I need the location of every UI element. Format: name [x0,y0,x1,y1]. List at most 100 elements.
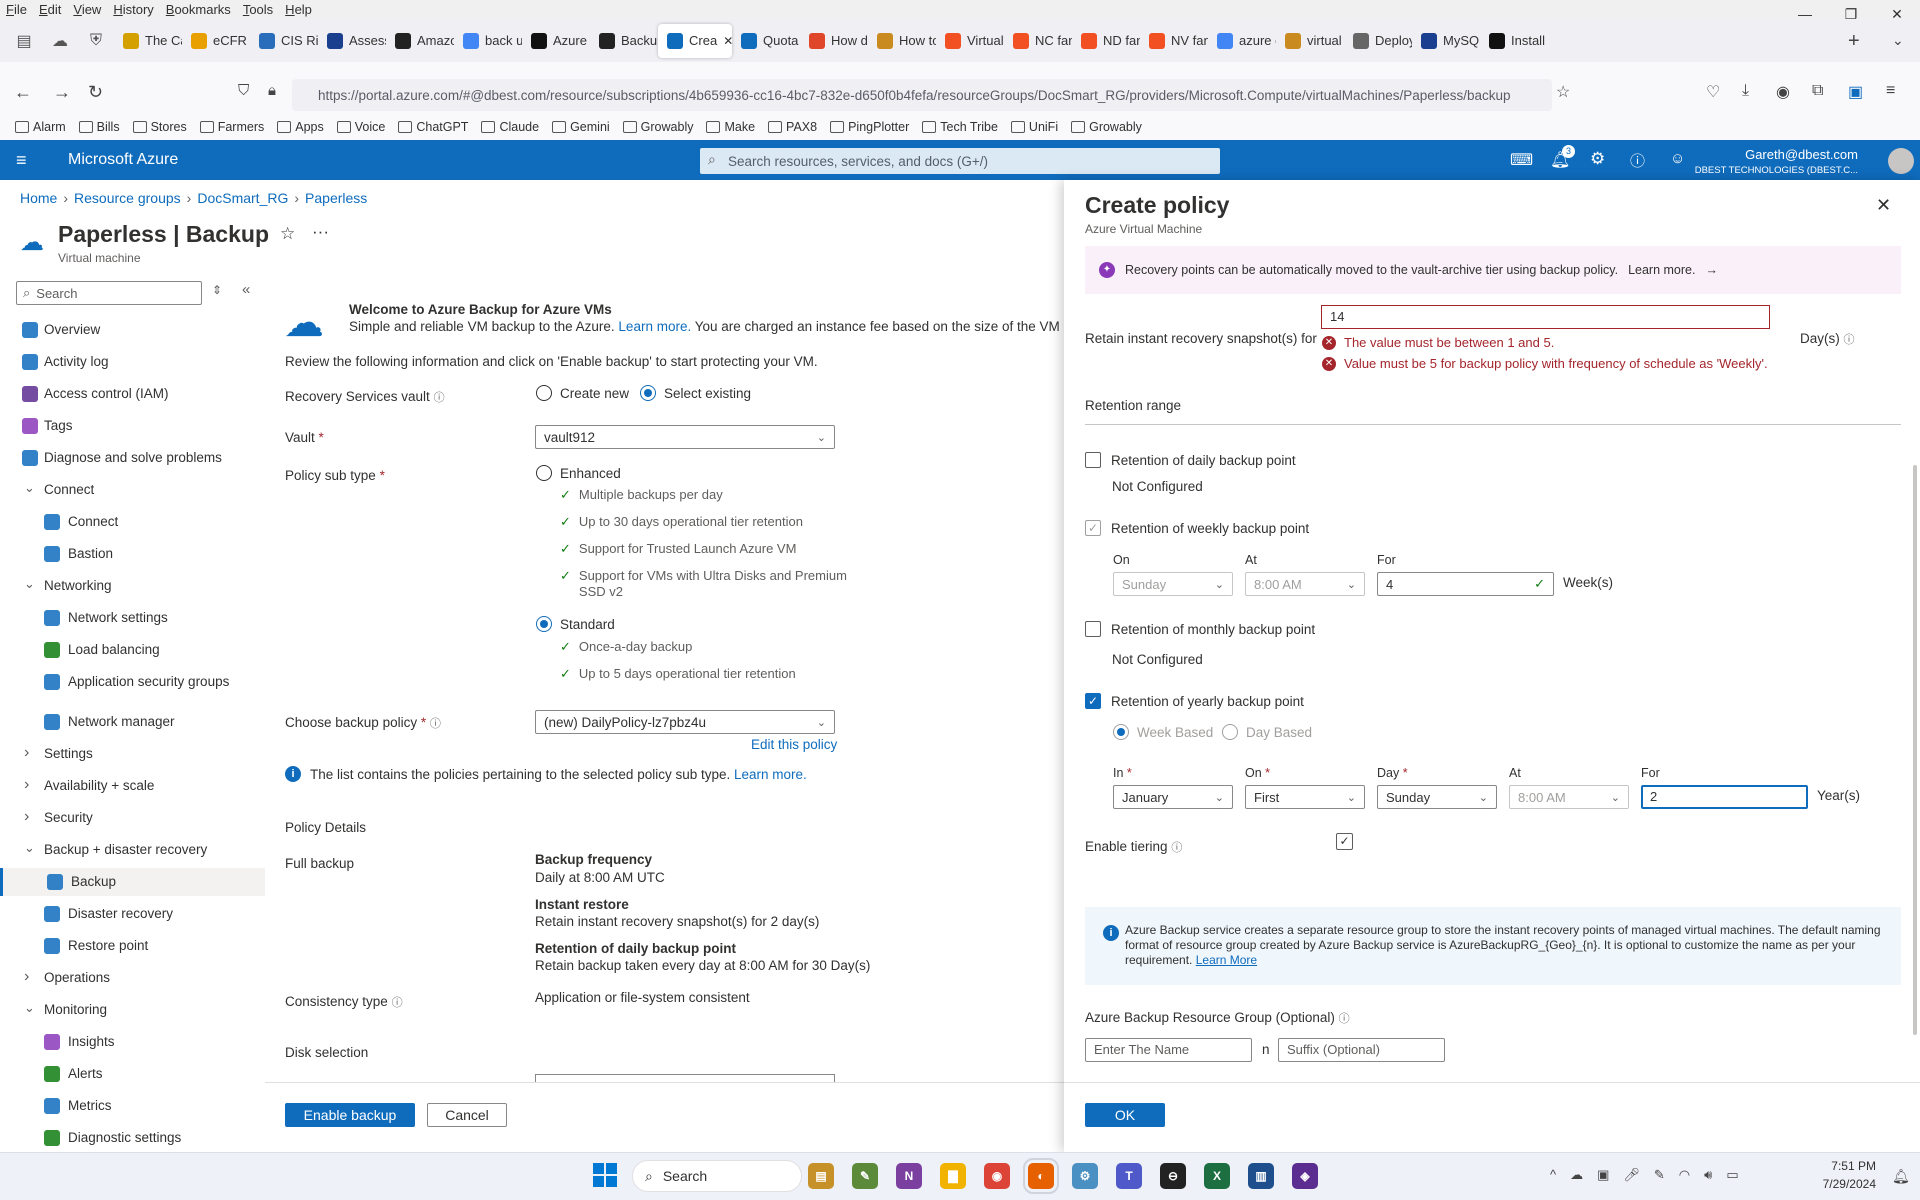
panel-scrollbar[interactable] [1913,465,1917,1035]
disk-dropdown-partial[interactable] [535,1074,835,1082]
sidebar-item-settings[interactable]: › Settings [0,740,265,768]
hamburger-icon[interactable]: ≡ [16,150,27,171]
bookmark-item[interactable]: Make [701,120,760,134]
browser-tab[interactable]: Deploy [1344,24,1412,58]
browser-tab[interactable]: Backup [590,24,658,58]
sidebar-item-diagnostic-settings[interactable]: Diagnostic settings [0,1124,265,1152]
clock-time[interactable]: 7:51 PM [1800,1159,1876,1173]
yearly-in-dropdown[interactable]: January ⌄ [1113,785,1233,809]
browser-tab[interactable]: Assess [318,24,386,58]
sidebar-item-metrics[interactable]: Metrics [0,1092,265,1120]
browser-tab[interactable]: virtual [1276,24,1344,58]
backup-policy-dropdown[interactable]: (new) DailyPolicy-lz7pbz4u ⌄ [535,710,835,734]
sidebar-item-availability-scale[interactable]: › Availability + scale [0,772,265,800]
create-new-radio[interactable]: Create new [536,385,629,401]
browser-tab[interactable]: How d [800,24,868,58]
sidebar-item-operations[interactable]: › Operations [0,964,265,992]
monthly-retention-checkbox[interactable]: Retention of monthly backup point [1085,621,1315,637]
menu-view[interactable]: View [67,2,107,17]
sidebar-item-bastion[interactable]: Bastion [0,540,265,568]
select-existing-radio[interactable]: Select existing [640,385,751,401]
info-icon[interactable]: ⓘ [1339,1013,1350,1025]
sidebar-item-restore-point[interactable]: Restore point [0,932,265,960]
browser-tab[interactable]: back u [454,24,522,58]
menu-help[interactable]: Help [279,2,318,17]
sidebar-item-overview[interactable]: Overview [0,316,265,344]
tracking-shield-icon[interactable]: ⛉ [238,82,249,99]
browser-tab[interactable]: Azure I [522,24,590,58]
policy-learn-more-link[interactable]: Learn more. [734,767,807,782]
sidebar-item-load-balancing[interactable]: Load balancing [0,636,265,664]
sidebar-item-networking[interactable]: ⌄ Networking [0,572,265,600]
browser-tab[interactable]: ND fan [1072,24,1140,58]
help-icon[interactable]: ⓘ [1630,150,1645,171]
taskbar-app-icon[interactable]: ✎ [852,1163,878,1189]
bookmark-item[interactable]: Growably [1066,120,1147,134]
lock-icon[interactable]: 🔒︎ [268,82,276,99]
avatar[interactable] [1888,148,1914,174]
new-tab-icon[interactable]: + [1848,30,1860,53]
sidebar-item-connect[interactable]: Connect [0,508,265,536]
browser-tab[interactable]: NC fan [1004,24,1072,58]
browser-tab[interactable]: MySQL [1412,24,1480,58]
rg-name-input[interactable]: Enter The Name [1085,1038,1252,1062]
bookmark-item[interactable]: Gemini [547,120,615,134]
sidebar-item-network-settings[interactable]: Network settings [0,604,265,632]
edit-policy-link[interactable]: Edit this policy [751,737,837,752]
browser-tab[interactable]: The Ca [114,24,182,58]
reload-icon[interactable]: ↻ [88,82,103,103]
browser-tab[interactable]: azure g [1208,24,1276,58]
resource-search-input[interactable]: ⌕ Search [16,281,202,305]
windows-start-icon[interactable] [593,1163,617,1187]
info-box-learn-more-link[interactable]: Learn More [1196,953,1257,967]
breadcrumb-link[interactable]: Home [20,190,57,206]
taskbar-app-icon[interactable]: N [896,1163,922,1189]
extensions-icon[interactable]: ⧉ [1812,82,1823,100]
yearly-retention-checkbox[interactable]: ✓ Retention of yearly backup point [1085,693,1304,709]
bookmark-item[interactable]: Apps [272,120,329,134]
clock-date[interactable]: 7/29/2024 [1800,1177,1876,1191]
sort-icon[interactable]: ⇕ [212,283,222,297]
sidebar-item-connect[interactable]: ⌄ Connect [0,476,265,504]
menu-bookmarks[interactable]: Bookmarks [160,2,237,17]
feedback-icon[interactable]: ☺ [1670,150,1685,167]
browser-tab[interactable]: Amazo [386,24,454,58]
cloud-shell-icon[interactable]: ⌨ [1510,150,1533,170]
weekly-for-input[interactable]: 4 ✓ [1377,572,1554,596]
taskbar-app-icon[interactable]: X [1204,1163,1230,1189]
taskbar-app-icon[interactable]: ▤ [808,1163,834,1189]
enable-tiering-checkbox[interactable]: ✓ [1336,833,1353,850]
forward-icon[interactable]: → [53,82,71,103]
menu-tools[interactable]: Tools [237,2,279,17]
breadcrumb-link[interactable]: DocSmart_RG [197,190,288,206]
collapse-nav-icon[interactable]: « [242,281,250,298]
snapshot-days-input[interactable]: 14 [1321,305,1770,329]
menu-edit[interactable]: Edit [33,2,67,17]
sidebar-item-tags[interactable]: Tags [0,412,265,440]
sidebar-item-access-control-iam-[interactable]: Access control (IAM) [0,380,265,408]
vault-dropdown[interactable]: vault912 ⌄ [535,425,835,449]
azure-search-input[interactable]: Search resources, services, and docs (G+… [700,148,1220,174]
bookmark-item[interactable]: Alarm [10,120,71,134]
sidebar-item-activity-log[interactable]: Activity log [0,348,265,376]
sidebar-item-disaster-recovery[interactable]: Disaster recovery [0,900,265,928]
sidebar-item-diagnose-and-solve-problems[interactable]: Diagnose and solve problems [0,444,265,472]
yearly-on-dropdown[interactable]: First ⌄ [1245,785,1365,809]
sidebar-item-backup-disaster-recovery[interactable]: ⌄ Backup + disaster recovery [0,836,265,864]
breadcrumb-link[interactable]: Resource groups [74,190,181,206]
cancel-button[interactable]: Cancel [427,1103,507,1127]
taskbar-app-icon[interactable]: ⊖ [1160,1163,1186,1189]
breadcrumb-link[interactable]: Paperless [305,190,367,206]
extension-icon[interactable]: ☁ [42,31,78,51]
taskbar-app-icon[interactable]: ◐ [1023,1158,1059,1194]
info-icon[interactable]: ⓘ [392,997,403,1009]
taskbar-app-icon[interactable]: ⚙ [1072,1163,1098,1189]
browser-tab[interactable]: NV fan [1140,24,1208,58]
downloads-icon[interactable]: ⤓ [1742,82,1749,100]
taskbar-app-icon[interactable]: ◉ [984,1163,1010,1189]
yearly-for-input[interactable]: 2 [1641,785,1808,809]
bookmark-item[interactable]: Claude [476,120,544,134]
azure-brand[interactable]: Microsoft Azure [68,151,178,169]
weekly-retention-checkbox[interactable]: ✓ Retention of weekly backup point [1085,520,1309,536]
browser-tab[interactable]: eCFR :: [182,24,250,58]
